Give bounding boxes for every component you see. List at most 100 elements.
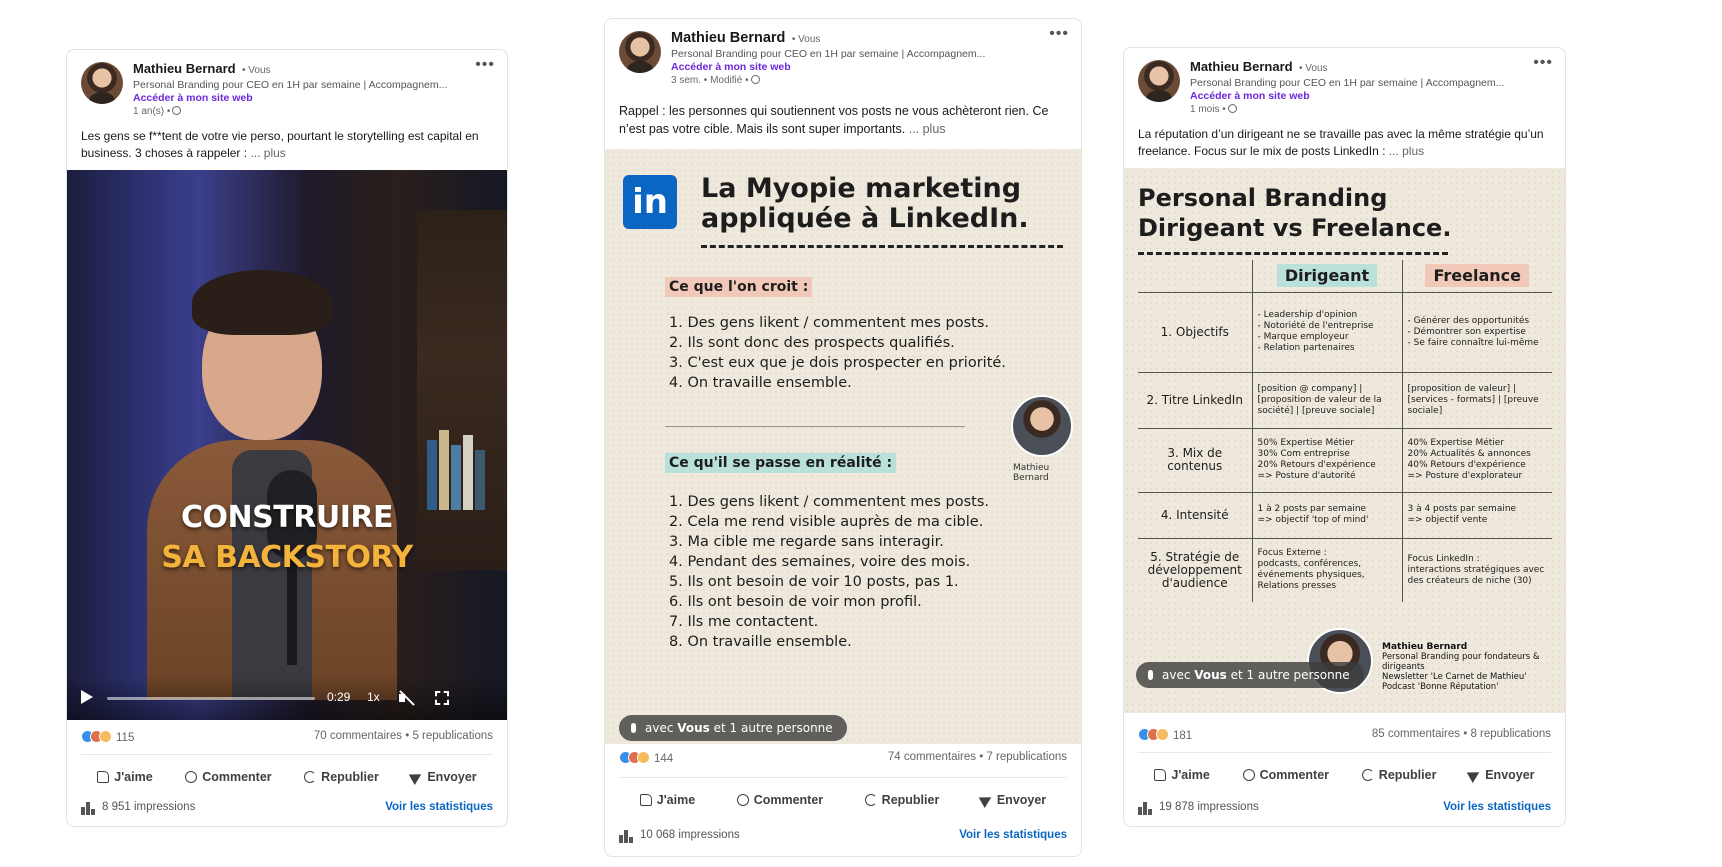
repost-button[interactable]: Republier (1361, 760, 1436, 790)
comment-button[interactable]: Commenter (185, 762, 272, 792)
avatar[interactable] (81, 62, 123, 104)
post-image[interactable]: Personal Branding Dirigeant vs Freelance… (1124, 168, 1565, 713)
more-options-icon[interactable]: ••• (1533, 54, 1553, 72)
impressions-count: 19 878 impressions (1159, 801, 1259, 813)
more-options-icon[interactable]: ••• (1049, 25, 1069, 43)
table-cell: - Leadership d'opinion - Notoriété de l'… (1251, 291, 1403, 373)
see-more-link[interactable]: ... plus (909, 122, 946, 136)
list-item: 3. C'est eux que je dois prospecter en p… (669, 355, 1006, 371)
table-cell: Focus Externe : podcasts, conférences, é… (1251, 537, 1403, 602)
more-options-icon[interactable]: ••• (475, 56, 495, 74)
table-row: 1. Objectifs - Leadership d'opinion - No… (1138, 291, 1552, 373)
post-body: La réputation d’un dirigeant ne se trava… (1138, 127, 1544, 158)
table-cell: [position @ company] | [proposition de v… (1251, 371, 1403, 429)
reaction-count[interactable]: 181 (1173, 730, 1192, 742)
repost-button[interactable]: Republier (864, 785, 939, 815)
tagged-people-button[interactable]: avec Vous et 1 autre personne (1136, 662, 1364, 688)
image-title-line1: La Myopie marketing (701, 173, 1022, 204)
mute-icon[interactable] (399, 691, 413, 705)
view-stats-link[interactable]: Voir les statistiques (1443, 801, 1551, 813)
table-row: 2. Titre LinkedIn [position @ company] |… (1138, 371, 1552, 429)
comment-button[interactable]: Commenter (1242, 760, 1329, 790)
table-row: 5. Stratégie de développement d'audience… (1138, 537, 1552, 602)
impressions-count: 10 068 impressions (640, 829, 740, 841)
play-icon[interactable] (81, 690, 93, 704)
reactions[interactable]: 181 (1138, 728, 1192, 742)
column-header-freelance: Freelance (1425, 264, 1529, 288)
post-image[interactable]: in La Myopie marketing appliquée à Linke… (605, 149, 1081, 744)
post-header: Mathieu Bernard • Vous Personal Branding… (67, 50, 507, 117)
author-name[interactable]: Mathieu Bernard (133, 61, 236, 76)
list-item: 6. Ils ont besoin de voir mon profil. (669, 594, 922, 610)
author-headline: Personal Branding pour CEO en 1H par sem… (133, 79, 448, 91)
view-stats-link[interactable]: Voir les statistiques (385, 801, 493, 813)
impressions-row: 8 951 impressions Voir les statistiques (81, 801, 493, 821)
repost-button[interactable]: Republier (304, 762, 379, 792)
list-item: 8. On travaille ensemble. (669, 634, 852, 650)
section-divider (665, 426, 965, 427)
author-headline: Personal Branding pour CEO en 1H par sem… (671, 48, 986, 60)
divider (81, 754, 493, 755)
send-icon (1466, 767, 1483, 783)
list-item: 2. Ils sont donc des prospects qualifiés… (669, 335, 955, 351)
you-badge: • Vous (242, 65, 271, 76)
like-button[interactable]: J'aime (1154, 760, 1210, 790)
title-underline (701, 245, 1063, 248)
comparison-table: Dirigeant Freelance 1. Objectifs - Leade… (1138, 260, 1552, 602)
action-bar: J'aime Commenter Republier Envoyer (81, 762, 493, 792)
website-link[interactable]: Accéder à mon site web (671, 61, 1041, 73)
row-label: 3. Mix de contenus (1138, 427, 1253, 493)
send-button[interactable]: Envoyer (978, 785, 1046, 815)
globe-icon (172, 106, 182, 115)
author-name[interactable]: Mathieu Bernard (671, 30, 785, 46)
row-label: 4. Intensité (1138, 491, 1253, 539)
you-badge: • Vous (1299, 63, 1328, 74)
you-badge: • Vous (791, 34, 821, 45)
linkedin-logo: in (623, 175, 677, 229)
image-title-line1: Personal Branding (1138, 184, 1388, 212)
comment-button[interactable]: Commenter (736, 785, 823, 815)
video-player[interactable]: CONSTRUIRE SA BACKSTORY 0:29 1x (67, 170, 507, 720)
table-cell: [proposition de valeur] | [services - fo… (1401, 371, 1552, 429)
globe-icon (750, 75, 760, 84)
comments-reposts-count[interactable]: 70 commentaires • 5 republications (314, 730, 493, 742)
signature-line: Podcast 'Bonne Réputation' (1382, 682, 1499, 692)
fullscreen-icon[interactable] (435, 691, 449, 705)
website-link[interactable]: Accéder à mon site web (1190, 90, 1525, 102)
repost-icon (304, 771, 317, 783)
website-link[interactable]: Accéder à mon site web (133, 92, 467, 104)
reactions[interactable]: 144 (619, 751, 673, 765)
tagged-people-button[interactable]: avec Vous et 1 autre personne (619, 715, 847, 741)
reactions[interactable]: 115 (81, 730, 134, 744)
reaction-count[interactable]: 144 (654, 753, 673, 765)
analytics-icon (1138, 802, 1153, 815)
post-card-2: Mathieu Bernard • Vous Personal Branding… (604, 18, 1082, 857)
video-progress-bar[interactable] (107, 697, 315, 700)
author-name[interactable]: Mathieu Bernard (1190, 59, 1293, 74)
avatar[interactable] (619, 31, 661, 73)
see-more-link[interactable]: ... plus (250, 146, 285, 160)
like-button[interactable]: J'aime (639, 785, 695, 815)
see-more-link[interactable]: ... plus (1389, 144, 1424, 158)
post-text: Rappel : les personnes qui soutiennent v… (605, 102, 1081, 138)
like-button[interactable]: J'aime (97, 762, 153, 792)
row-label: 5. Stratégie de développement d'audience (1138, 537, 1253, 602)
post-header: Mathieu Bernard • Vous Personal Branding… (1124, 48, 1565, 115)
avatar[interactable] (1138, 60, 1180, 102)
photo-caption: Mathieu Bernard (1013, 463, 1050, 483)
playback-speed-button[interactable]: 1x (367, 690, 380, 704)
video-time: 0:29 (327, 690, 351, 704)
comment-icon (185, 771, 198, 783)
send-button[interactable]: Envoyer (1466, 760, 1535, 790)
view-stats-link[interactable]: Voir les statistiques (959, 829, 1067, 841)
comments-reposts-count[interactable]: 85 commentaires • 8 republications (1372, 728, 1551, 740)
send-button[interactable]: Envoyer (409, 762, 477, 792)
row-label: 1. Objectifs (1138, 291, 1253, 373)
signature-line: Newsletter 'Le Carnet de Mathieu' (1382, 672, 1527, 682)
table-cell: Focus LinkedIn : interactions stratégiqu… (1401, 537, 1552, 602)
table-cell: 40% Expertise Métier 20% Actualités & an… (1401, 427, 1552, 493)
impressions-row: 10 068 impressions Voir les statistiques (619, 829, 1067, 849)
reaction-count[interactable]: 115 (116, 732, 134, 744)
image-title-line2: Dirigeant vs Freelance. (1138, 214, 1452, 242)
comments-reposts-count[interactable]: 74 commentaires • 7 republications (888, 751, 1067, 763)
